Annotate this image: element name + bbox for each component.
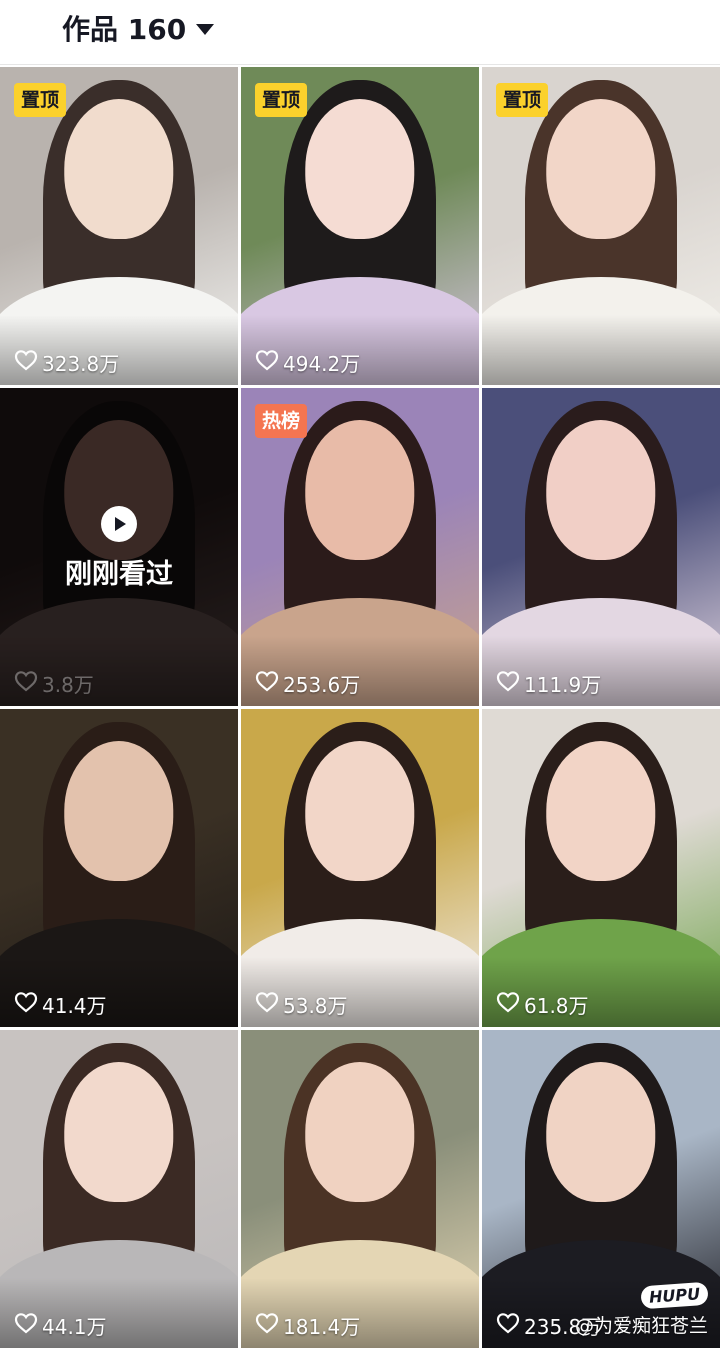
- like-count: 111.9万: [496, 670, 602, 697]
- video-tile[interactable]: 235.8万 HUPU @为爱痴狂苍兰: [482, 1030, 720, 1348]
- pinned-badge: 置顶: [255, 83, 308, 117]
- heart-outline-icon: [255, 349, 279, 376]
- heart-outline-icon: [14, 670, 38, 697]
- like-count: 41.4万: [14, 991, 107, 1018]
- video-tile[interactable]: 置顶 323.8万: [0, 67, 238, 385]
- video-thumbnail: [241, 1030, 479, 1348]
- like-count: 181.4万: [255, 1312, 361, 1339]
- like-count: 44.1万: [14, 1312, 107, 1339]
- like-count-value: 494.2万: [283, 351, 361, 376]
- watermark-text: @为爱痴狂苍兰: [574, 1315, 708, 1337]
- like-count-value: 111.9万: [524, 672, 602, 697]
- works-tab[interactable]: 作品 160: [62, 8, 215, 48]
- heart-outline-icon: [14, 1312, 38, 1339]
- works-count-label: 作品 160: [62, 13, 187, 46]
- like-count-value: 181.4万: [283, 1314, 361, 1339]
- like-count-value: 323.8万: [42, 351, 120, 376]
- video-thumbnail: [0, 709, 238, 1027]
- video-tile[interactable]: 111.9万: [482, 388, 720, 706]
- video-tile[interactable]: 44.1万: [0, 1030, 238, 1348]
- video-tile[interactable]: 53.8万: [241, 709, 479, 1027]
- heart-outline-icon: [496, 670, 520, 697]
- pinned-badge: 置顶: [14, 83, 67, 117]
- like-count: 53.8万: [255, 991, 348, 1018]
- heart-outline-icon: [496, 991, 520, 1018]
- video-tile[interactable]: 置顶: [482, 67, 720, 385]
- video-tile[interactable]: 181.4万: [241, 1030, 479, 1348]
- like-count-value: 61.8万: [524, 993, 589, 1018]
- video-thumbnail: [482, 709, 720, 1027]
- trending-badge: 热榜: [255, 404, 308, 438]
- video-tile[interactable]: 61.8万: [482, 709, 720, 1027]
- heart-outline-icon: [14, 991, 38, 1018]
- heart-outline-icon: [255, 670, 279, 697]
- like-count-value: 41.4万: [42, 993, 107, 1018]
- video-thumbnail: [482, 388, 720, 706]
- heart-outline-icon: [14, 349, 38, 376]
- hupu-logo: HUPU: [640, 1281, 709, 1310]
- like-count-value: 3.8万: [42, 672, 94, 697]
- like-count: 323.8万: [14, 349, 120, 376]
- play-icon: [101, 506, 137, 542]
- video-tile[interactable]: 热榜 253.6万: [241, 388, 479, 706]
- heart-outline-icon: [496, 1312, 520, 1339]
- like-count-value: 53.8万: [283, 993, 348, 1018]
- video-tile[interactable]: 置顶 494.2万: [241, 67, 479, 385]
- like-count: 253.6万: [255, 670, 361, 697]
- like-count: 494.2万: [255, 349, 361, 376]
- caret-down-icon[interactable]: [196, 23, 215, 35]
- profile-tab-header: 作品 160: [0, 0, 720, 65]
- recently-watched-overlay: 刚刚看过: [0, 506, 238, 591]
- like-count-value: 44.1万: [42, 1314, 107, 1339]
- recently-watched-label: 刚刚看过: [65, 559, 173, 590]
- like-count: 61.8万: [496, 991, 589, 1018]
- heart-outline-icon: [255, 1312, 279, 1339]
- like-count: 3.8万: [14, 670, 94, 697]
- pinned-badge: 置顶: [496, 83, 549, 117]
- video-tile[interactable]: 刚刚看过 3.8万: [0, 388, 238, 706]
- heart-outline-icon: [255, 991, 279, 1018]
- video-grid: 置顶 323.8万 置顶 494.2万 置顶刚刚看过 3.8万 热榜 253.6万 111.9万…: [0, 67, 720, 1367]
- video-tile[interactable]: 41.4万: [0, 709, 238, 1027]
- video-thumbnail: [0, 1030, 238, 1348]
- like-count-value: 253.6万: [283, 672, 361, 697]
- video-thumbnail: [241, 709, 479, 1027]
- watermark: HUPU @为爱痴狂苍兰: [574, 1281, 709, 1338]
